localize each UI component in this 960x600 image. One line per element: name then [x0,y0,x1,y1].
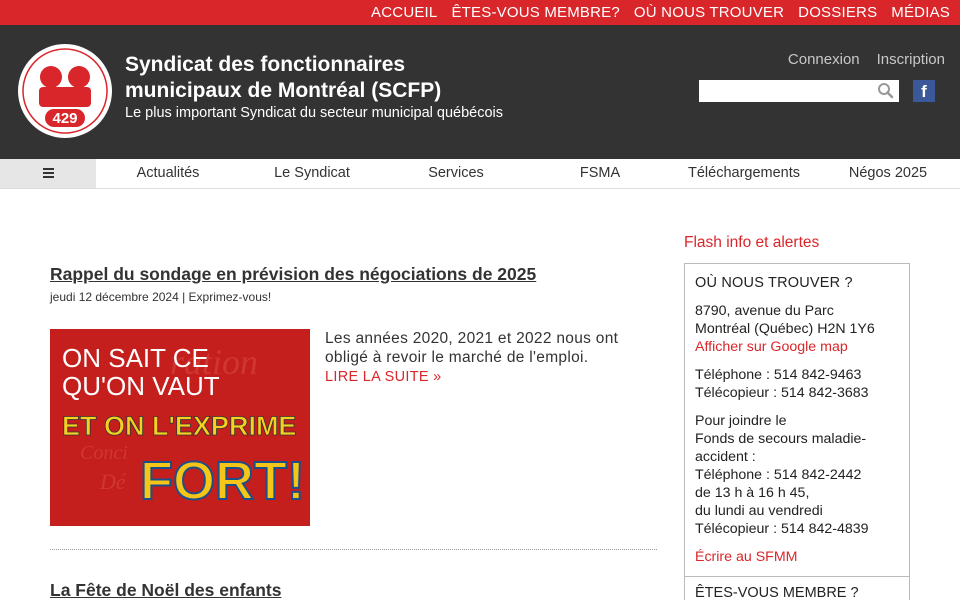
location-box-title: OÙ NOUS TROUVER ? [695,275,853,291]
fund-info: Pour joindre le Fonds de secours maladie… [695,412,899,538]
top-bar: ACCUEIL ÊTES-VOUS MEMBRE? OÙ NOUS TROUVE… [0,0,960,25]
contact: Téléphone : 514 842-9463 Télécopieur : 5… [695,366,899,402]
top-nav-membre[interactable]: ÊTES-VOUS MEMBRE? [451,4,619,21]
svg-text:FORT!: FORT! [140,451,305,511]
top-nav-dossiers[interactable]: DOSSIERS [798,4,877,21]
post-title[interactable]: La Fête de Noël des enfants [50,580,281,600]
top-nav-medias[interactable]: MÉDIAS [891,4,950,21]
svg-text:Conci: Conci [80,442,128,464]
main-nav: Actualités Le Syndicat Services FSMA Tél… [0,159,960,189]
svg-text:ET ON L'EXPRIME: ET ON L'EXPRIME [62,411,296,441]
nav-le-syndicat[interactable]: Le Syndicat [254,159,370,188]
svg-text:429: 429 [52,110,77,127]
read-more-link[interactable]: LIRE LA SUITE » [325,368,442,387]
svg-text:QU'ON VAUT: QU'ON VAUT [62,371,220,401]
top-nav-accueil[interactable]: ACCUEIL [371,4,437,21]
search-icon[interactable] [877,82,895,100]
fund-name: Fonds de secours maladie-accident : [695,431,867,465]
search-input[interactable] [699,80,899,102]
site-title[interactable]: Syndicat des fonctionnaires municipaux d… [125,52,485,104]
union-logo[interactable]: 429 [17,43,113,139]
post-meta: jeudi 12 décembre 2024 | Exprimez-vous! [50,290,272,304]
fund-hours: de 13 h à 16 h 45, [695,485,810,501]
facebook-icon[interactable]: f [913,80,935,102]
write-link[interactable]: Écrire au SFMM [695,549,797,565]
post-divider [50,549,657,550]
fund-fax: Télécopieur : 514 842-4839 [695,521,869,537]
nav-fsma[interactable]: FSMA [542,159,658,188]
menu-icon[interactable] [0,159,96,188]
location-box: OÙ NOUS TROUVER ? 8790, avenue du Parc M… [684,263,910,577]
post-image[interactable]: ration Conci Dé ON SAIT CE QU'ON VAUT ET… [50,329,310,526]
address-line: Montréal (Québec) H2N 1Y6 [695,321,875,337]
google-map-link[interactable]: Afficher sur Google map [695,339,848,355]
post-excerpt-text: Les années 2020, 2021 et 2022 nous ont o… [325,330,619,366]
svg-text:ON SAIT CE: ON SAIT CE [62,343,209,373]
fund-intro: Pour joindre le [695,413,787,429]
nav-telechargements[interactable]: Téléchargements [680,159,808,188]
address: 8790, avenue du Parc Montréal (Québec) H… [695,302,899,356]
member-box: ÊTES-VOUS MEMBRE ? [684,576,910,600]
phone: Téléphone : 514 842-9463 [695,367,862,383]
nav-negos-2025[interactable]: Négos 2025 [830,159,946,188]
post-excerpt: Les années 2020, 2021 et 2022 nous ont o… [325,329,665,387]
top-nav-trouver[interactable]: OÙ NOUS TROUVER [634,4,784,21]
fax: Télécopieur : 514 842-3683 [695,385,869,401]
flash-info-link[interactable]: Flash info et alertes [684,234,819,252]
nav-services[interactable]: Services [398,159,514,188]
site-tagline: Le plus important Syndicat du secteur mu… [125,105,504,121]
nav-actualites[interactable]: Actualités [110,159,226,188]
member-box-title: ÊTES-VOUS MEMBRE ? [695,585,859,600]
fund-phone: Téléphone : 514 842-2442 [695,467,862,483]
fund-hours: du lundi au vendredi [695,503,823,519]
address-line: 8790, avenue du Parc [695,303,834,319]
login-link[interactable]: Connexion [788,51,860,68]
post-title[interactable]: Rappel du sondage en prévision des négoc… [50,264,536,285]
auth-links: Connexion Inscription [788,51,945,68]
svg-text:Dé: Dé [99,469,127,494]
signup-link[interactable]: Inscription [877,51,945,68]
top-nav: ACCUEIL ÊTES-VOUS MEMBRE? OÙ NOUS TROUVE… [371,0,950,25]
